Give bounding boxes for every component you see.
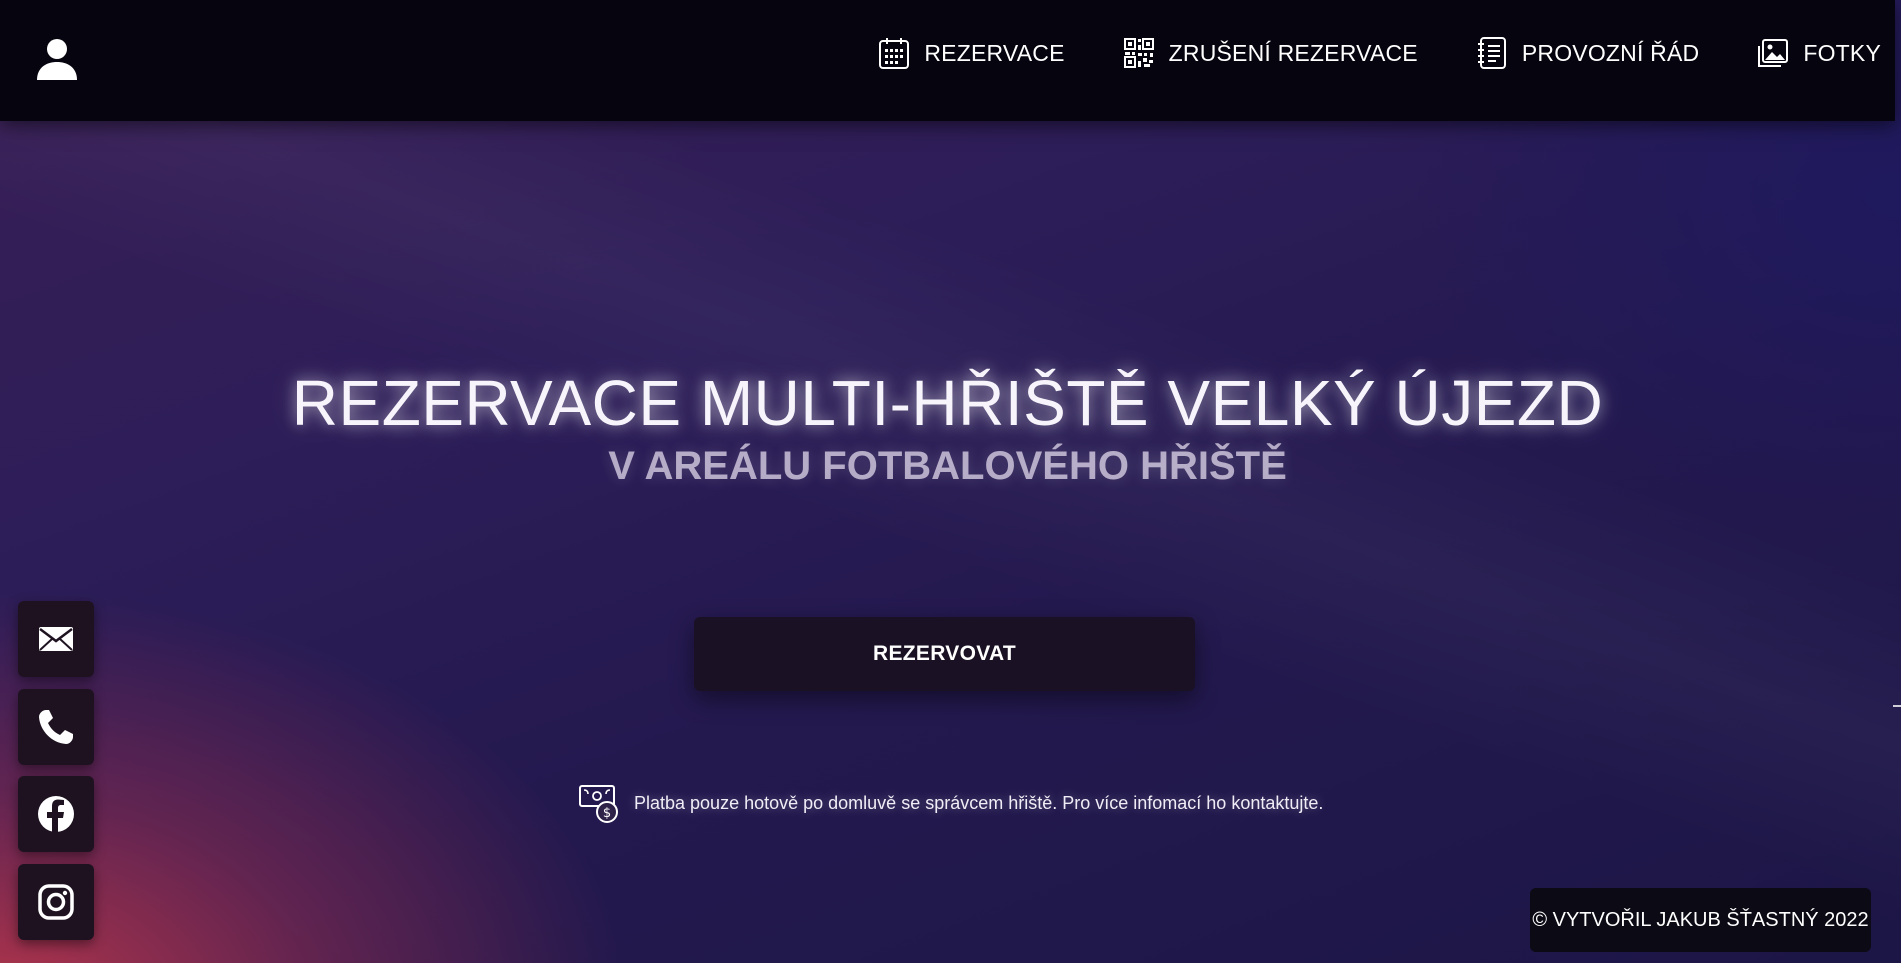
nav-label: REZERVACE [924, 39, 1065, 66]
page-subtitle: V AREÁLU FOTBALOVÉHO HŘIŠTĚ [608, 444, 1287, 488]
instagram-button[interactable] [18, 864, 94, 940]
top-navigation-bar: REZERVACE ZRUŠENÍ REZERVACE PROVOZNÍ ŘÁD… [0, 0, 1895, 121]
phone-icon [39, 710, 73, 744]
nav-item-provozni-rad[interactable]: PROVOZNÍ ŘÁD [1476, 36, 1699, 70]
svg-text:$: $ [603, 806, 611, 821]
email-icon [39, 627, 73, 651]
nav-item-rezervace[interactable]: REZERVACE [878, 36, 1064, 70]
nav-item-zruseni-rezervace[interactable]: ZRUŠENÍ REZERVACE [1123, 36, 1418, 70]
main-nav: REZERVACE ZRUŠENÍ REZERVACE PROVOZNÍ ŘÁD… [878, 36, 1881, 70]
scroll-indicator [1893, 705, 1901, 707]
email-button[interactable] [18, 601, 94, 677]
footer-credit: © VYTVOŘIL JAKUB ŠŤASTNÝ 2022 [1530, 888, 1871, 952]
instagram-icon [38, 884, 74, 920]
qr-code-icon [1123, 38, 1154, 68]
calendar-icon [879, 38, 910, 69]
payment-note: $ Platba pouze hotově po domluvě se sprá… [578, 782, 1323, 824]
user-icon[interactable] [34, 36, 80, 82]
nav-label: PROVOZNÍ ŘÁD [1521, 39, 1700, 66]
nav-label: FOTKY [1803, 39, 1881, 66]
page-title: REZERVACE MULTI-HŘIŠTĚ VELKÝ ÚJEZD [291, 367, 1604, 439]
cash-icon: $ [579, 785, 618, 823]
phone-button[interactable] [18, 689, 94, 765]
photo-icon [1758, 39, 1789, 67]
payment-text: Platba pouze hotově po domluvě se správc… [634, 792, 1324, 813]
facebook-button[interactable] [18, 776, 94, 852]
reserve-button[interactable]: REZERVOVAT [694, 617, 1195, 691]
nav-item-fotky[interactable]: FOTKY [1757, 36, 1881, 70]
facebook-icon [38, 796, 74, 832]
nav-label: ZRUŠENÍ REZERVACE [1168, 39, 1418, 66]
notebook-icon [1477, 37, 1506, 69]
